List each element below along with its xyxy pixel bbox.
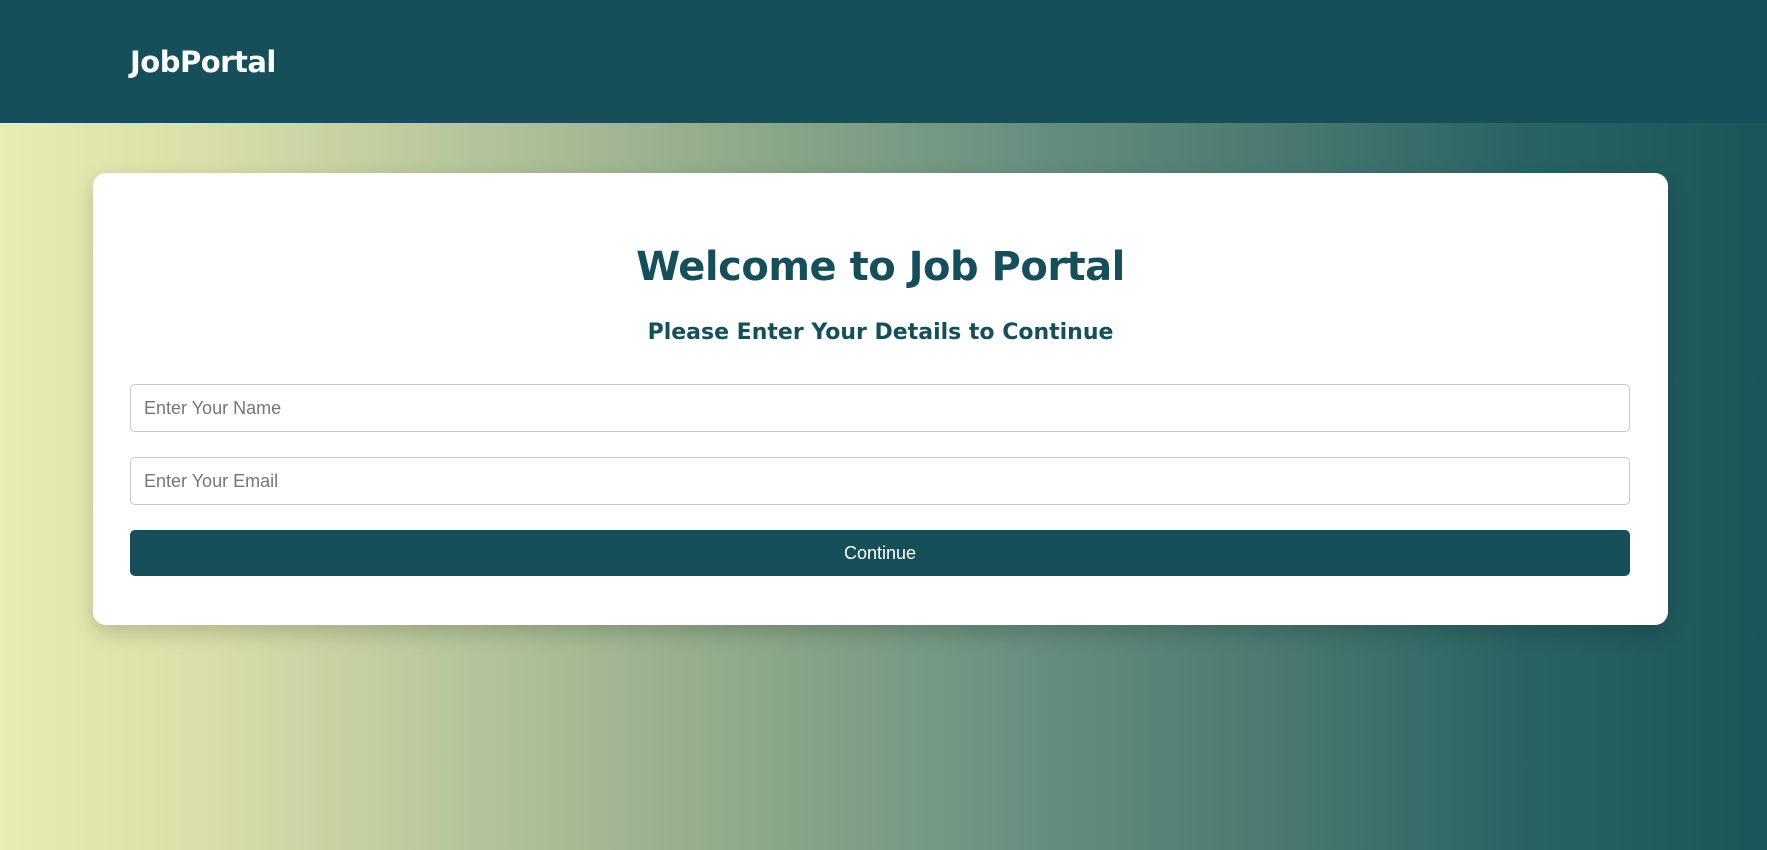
name-input[interactable] [130, 384, 1630, 432]
brand-logo-text[interactable]: JobPortal [130, 40, 276, 84]
email-input[interactable] [130, 457, 1630, 505]
top-navbar: JobPortal [0, 0, 1767, 123]
form-subtitle: Please Enter Your Details to Continue [647, 320, 1114, 345]
continue-button[interactable]: Continue [130, 530, 1630, 576]
details-form-card: Welcome to Job Portal Please Enter Your … [93, 173, 1668, 625]
page-title: Welcome to Job Portal [636, 244, 1125, 290]
